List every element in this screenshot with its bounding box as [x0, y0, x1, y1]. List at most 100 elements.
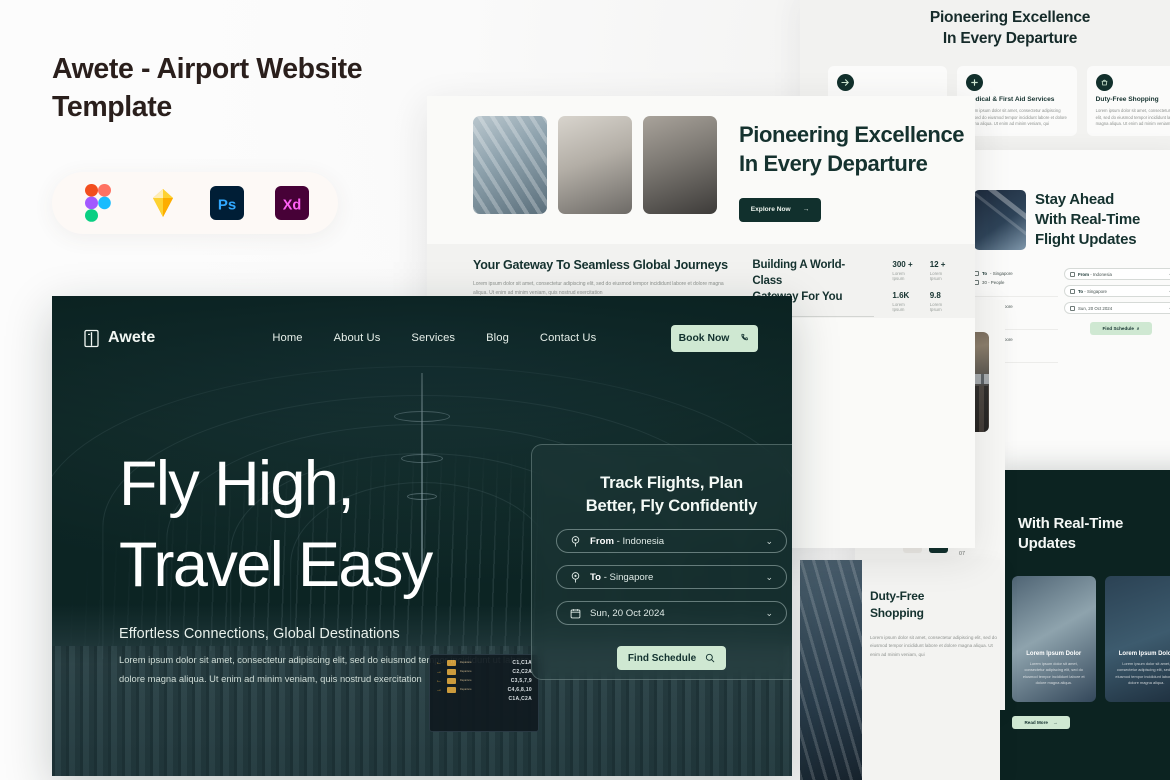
thumbnail-image [473, 116, 547, 214]
service-card[interactable]: Medical & First Aid Services Lorem ipsum… [957, 65, 1077, 136]
service-card[interactable]: Duty-Free Shopping Lorem ipsum dolor sit… [1086, 65, 1170, 136]
main-heading: Pioneering Excellence In Every Departure [739, 120, 975, 179]
gate-code: C1,C1A [512, 660, 532, 666]
mockup-duty-free-panel: Duty-Free Shopping Lorem ipsum dolor sit… [800, 560, 1000, 780]
to-value: - Singapore [603, 571, 654, 583]
book-now-button[interactable]: Book Now [671, 324, 758, 352]
nav-item-contact-us[interactable]: Contact Us [540, 332, 596, 344]
stat-label: Lorem Ipsum [892, 301, 905, 312]
flight-people: 30 - People [982, 280, 1005, 285]
to-field[interactable]: To - Singapore ⌄ [556, 565, 787, 590]
adobe-xd-icon: Xd [273, 184, 311, 222]
from-value: - Indonesia [616, 535, 665, 547]
search-icon [706, 654, 715, 663]
hero-headline-line-2: Travel Easy [119, 529, 433, 600]
arrow-left-icon: ← [436, 678, 442, 684]
dark-card[interactable]: Lorem Ipsum Dolor Lorem ipsum dolor sit … [1012, 576, 1096, 703]
search-title-line-1: Track Flights, Plan [600, 473, 743, 492]
date-field[interactable]: Sun, 20 Oct 2024 ⌄ [556, 601, 787, 626]
dark-card-title: Lorem Ipsum Dolor [1026, 651, 1082, 658]
calendar-icon [570, 609, 581, 619]
stat-number: 12 + [929, 259, 946, 269]
dark-heading-line-2: Updates [1018, 535, 1076, 553]
dark-card-row: Lorem Ipsum Dolor Lorem ipsum dolor sit … [1000, 554, 1170, 703]
fast-track-icon [837, 73, 854, 91]
find-schedule-button[interactable]: Find Schedule [617, 646, 726, 671]
to-label: To [590, 571, 602, 583]
tool-badges: Ps Xd [52, 172, 338, 234]
chevron-down-icon: ⌄ [765, 535, 773, 546]
updates-thumbnail [974, 190, 1026, 250]
chevron-down-icon: ⌄ [765, 607, 773, 618]
nav-item-blog[interactable]: Blog [486, 332, 509, 344]
find-schedule-button[interactable]: Find Schedule ⌕ [1090, 322, 1152, 335]
sketch-icon [144, 184, 182, 222]
service-card-title: Medical & First Aid Services [966, 95, 1055, 103]
dark-card[interactable]: Lorem Ipsum Dolor Lorem ipsum dolor sit … [1104, 576, 1170, 703]
gate-code: C2,C2A [512, 669, 532, 675]
to-field[interactable]: To - Singapore ⌄ [1064, 285, 1170, 297]
from-field[interactable]: From - Indonesia ⌄ [556, 529, 787, 554]
hero-navbar: Awete Home About Us Services Blog Contac… [52, 296, 792, 380]
dark-heading-line-1: With Real-Time [1018, 515, 1124, 532]
stat-number: 1.6K [892, 290, 910, 300]
date-field[interactable]: Sun, 20 Oct 2024 ⌄ [1064, 302, 1170, 314]
date-value: Sun, 20 Oct 2024 [590, 607, 665, 619]
from-label: From [1078, 271, 1089, 277]
gate-code: C1A,C2A [508, 696, 532, 702]
explore-now-label: Explore Now [750, 206, 791, 214]
updates-heading: Stay Ahead With Real-Time Flight Updates [1035, 190, 1140, 250]
from-value: - Indonesia [1090, 271, 1112, 277]
figma-icon [79, 184, 117, 222]
stat-item: 12 + Lorem Ipsum [930, 260, 951, 287]
to-value: - Singapore [1084, 288, 1107, 294]
service-card-body: Lorem ipsum dolor sit amet, consectetur … [966, 108, 1067, 127]
book-icon [84, 329, 99, 347]
to-label: To [1078, 288, 1084, 294]
building-line-1: Building A World-Class [752, 258, 846, 287]
phone-icon [741, 333, 749, 341]
dark-panel-button[interactable]: Read More → [1012, 716, 1070, 730]
duty-free-title-line-1: Duty-Free [870, 589, 925, 603]
page-title-line-2: Template [52, 91, 172, 124]
flight-search-card: Track Flights, Plan Better, Fly Confiden… [531, 444, 792, 680]
services-heading: Pioneering Excellence In Every Departure [800, 8, 1170, 50]
nav-item-home[interactable]: Home [272, 332, 302, 344]
date-value: Sun, 20 Oct 2024 [1078, 305, 1113, 311]
dark-button-label: Read More [1024, 720, 1048, 726]
from-label: From [590, 535, 614, 547]
list-item[interactable]: To - Singapore 30 - People [966, 264, 1058, 297]
from-field[interactable]: From - Indonesia ⌄ [1064, 268, 1170, 280]
find-schedule-label: Find Schedule [627, 652, 697, 664]
updates-header: Stay Ahead With Real-Time Flight Updates [960, 150, 1170, 250]
explore-now-button[interactable]: Explore Now → [739, 197, 821, 222]
arrow-right-icon: → [436, 687, 442, 693]
hero-headline: Fly High, Travel Easy [119, 444, 589, 605]
brand-logo[interactable]: Awete [84, 329, 155, 348]
dark-panel-heading: With Real-Time Updates [1000, 470, 1170, 554]
flight-search-title: Track Flights, Plan Better, Fly Confiden… [556, 471, 787, 517]
search-title-line-2: Better, Fly Confidently [585, 496, 758, 516]
calendar-icon [1070, 305, 1075, 311]
nav-item-services[interactable]: Services [411, 332, 455, 344]
duty-free-title-line-2: Shopping [870, 605, 924, 620]
stat-item: 9.8 Lorem Ipsum [930, 291, 951, 318]
dark-card-body: Lorem ipsum dolor sit amet, consectetur … [1115, 661, 1170, 685]
svg-text:Xd: Xd [282, 198, 301, 214]
dark-card-body: Lorem ipsum dolor sit amet, consectetur … [1022, 661, 1085, 685]
flight-to-label: To [982, 271, 988, 276]
updates-search-form: From - Indonesia ⌄ To - Singapore ⌄ Sun,… [1064, 264, 1170, 363]
thumbnail-image [558, 116, 632, 214]
gateway-title: Your Gateway To Seamless Global Journeys [473, 257, 728, 272]
nav-item-about-us[interactable]: About Us [334, 332, 381, 344]
gate-code: C4,6,8,10 [507, 687, 532, 693]
stats-grid: 300 + Lorem Ipsum 12 + Lorem Ipsum 1.6K … [892, 258, 951, 318]
arrow-right-icon: → [802, 206, 810, 214]
flight-to-value: - Singapore [990, 271, 1013, 276]
brand-name: Awete [108, 329, 156, 346]
hero-menu: Home About Us Services Blog Contact Us [272, 332, 596, 344]
preview-canvas: Awete - Airport Website Template Ps Xd P… [0, 0, 1170, 780]
pin-icon [1070, 271, 1075, 277]
location-pin-icon [571, 572, 580, 583]
services-heading-line-1: Pioneering Excellence [929, 9, 1091, 26]
